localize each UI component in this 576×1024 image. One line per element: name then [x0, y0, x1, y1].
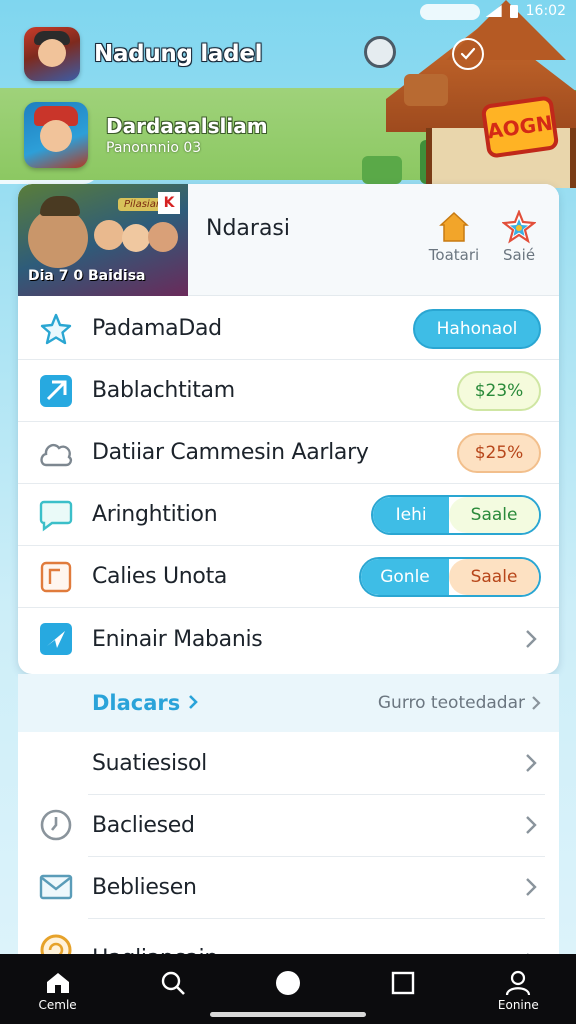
circle-icon: [275, 968, 301, 998]
section-title[interactable]: Dlacars: [92, 691, 198, 715]
profile-subtitle: Panonnnio 03: [106, 140, 202, 156]
list-item-datiiar[interactable]: Datiiar Cammesin Aarlary $25%: [18, 422, 559, 484]
segmented-toggle[interactable]: Iehi Saale: [371, 494, 541, 535]
segment-saale[interactable]: Saale: [449, 558, 539, 595]
cloud-icon: [38, 435, 74, 471]
battery-icon: [509, 4, 518, 18]
segment-saale[interactable]: Saale: [449, 496, 539, 533]
game-thumbnail[interactable]: Pilasians K Dia 7 0 Baidisa: [18, 184, 188, 296]
section-link[interactable]: Gurro teotedadar: [378, 693, 541, 713]
action-label: Toatari: [428, 246, 480, 264]
chevron-right-icon: [521, 877, 541, 897]
status-bar: 16:02: [416, 0, 576, 22]
home-indicator[interactable]: [210, 1012, 366, 1017]
item-label: Suatiesisol: [92, 750, 207, 776]
list-item-calies-unota[interactable]: Calies Unota Gonle Saale: [18, 546, 559, 608]
nav-home[interactable]: Cemle: [18, 968, 98, 1012]
card-header: Pilasians K Dia 7 0 Baidisa Ndarasi Toat…: [18, 184, 559, 296]
segment-iehi[interactable]: Iehi: [373, 496, 450, 533]
nav-recents[interactable]: [363, 968, 443, 998]
app-header: Nadung ladel: [24, 26, 554, 82]
chevron-right-icon: [521, 815, 541, 835]
nav-profile[interactable]: Eonine: [478, 968, 558, 1012]
hahonaol-button[interactable]: Hahonaol: [413, 308, 541, 349]
item-label: Eninair Mabanis: [92, 626, 263, 652]
list-item-bebliesen[interactable]: Bebliesen: [18, 856, 559, 919]
chevron-right-icon: [532, 696, 541, 710]
send-icon: [38, 373, 74, 409]
status-time: 16:02: [525, 3, 566, 19]
chevron-right-icon: [521, 629, 541, 649]
item-label: Bacliesed: [92, 812, 195, 838]
item-label: Bebliesen: [92, 874, 197, 900]
header-title: Nadung ladel: [94, 41, 263, 67]
thumb-label: Dia 7 0 Baidisa: [28, 268, 146, 284]
profile-icon: [505, 968, 531, 998]
percent-badge[interactable]: $25%: [457, 432, 541, 473]
item-label: PadamaDad: [92, 316, 222, 341]
list-item-bacliesed[interactable]: Bacliesed: [18, 794, 559, 857]
thumb-flag-icon: K: [158, 192, 180, 214]
action-label: Saié: [502, 246, 536, 264]
list-item-padamadad[interactable]: PadamaDad Hahonaol: [18, 298, 559, 360]
profile-banner[interactable]: Dardaaalsliam Panonnnio 03: [24, 102, 268, 168]
secondary-list: Suatiesisol Bacliesed Bebliesen Haglianc…: [18, 732, 559, 954]
action-saie[interactable]: Saié: [490, 208, 548, 264]
section-header: Dlacars Gurro teotedadar: [18, 674, 559, 732]
segment-gonle[interactable]: Gonle: [361, 558, 450, 595]
chat-bubble-icon: [38, 497, 74, 533]
list-item-hagliancain[interactable]: Hagliancain: [18, 918, 559, 954]
card-title: Ndarasi: [206, 216, 291, 241]
search-icon: [160, 968, 186, 998]
profile-avatar[interactable]: [24, 102, 88, 168]
refresh-icon: [38, 932, 74, 954]
list-item-aringhtition[interactable]: Aringhtition Iehi Saale: [18, 484, 559, 546]
profile-name: Dardaaalsliam: [106, 114, 268, 138]
chevron-right-icon: [521, 753, 541, 773]
action-toatari[interactable]: Toatari: [425, 208, 483, 264]
star-icon: [490, 208, 548, 246]
frame-icon: [38, 559, 74, 595]
list-item-eninair[interactable]: Eninair Mabanis: [18, 608, 559, 670]
check-circle-icon[interactable]: [452, 38, 484, 70]
percent-badge[interactable]: $23%: [457, 370, 541, 411]
home-icon: [45, 968, 71, 998]
chevron-right-icon: [188, 695, 198, 709]
header-avatar[interactable]: [24, 27, 80, 81]
mail-icon: [38, 869, 74, 905]
signal-icon: [485, 5, 502, 17]
home-icon: [425, 208, 483, 246]
game-card: Pilasians K Dia 7 0 Baidisa Ndarasi Toat…: [18, 184, 559, 674]
nav-center[interactable]: [248, 968, 328, 998]
list-item-bablachtitam[interactable]: Bablachtitam $23%: [18, 360, 559, 422]
star-outline-icon: [38, 311, 74, 347]
nav-label: Cemle: [38, 998, 77, 1012]
nav-search[interactable]: [133, 968, 213, 998]
settings-list: PadamaDad Hahonaol Bablachtitam $23% Dat…: [18, 298, 559, 670]
segmented-toggle[interactable]: Gonle Saale: [359, 556, 541, 597]
temple-sign: AOGN: [480, 95, 560, 159]
clock-icon: [38, 807, 74, 843]
item-label: Datiiar Cammesin Aarlary: [92, 440, 369, 465]
send-box-icon: [38, 621, 74, 657]
list-item-suatiesisol[interactable]: Suatiesisol: [18, 732, 559, 795]
item-label: Hagliancain: [92, 946, 218, 954]
item-label: Calies Unota: [92, 564, 228, 589]
item-label: Bablachtitam: [92, 378, 235, 403]
item-label: Aringhtition: [92, 502, 218, 527]
square-icon: [391, 968, 415, 998]
nav-label: Eonine: [497, 998, 539, 1012]
